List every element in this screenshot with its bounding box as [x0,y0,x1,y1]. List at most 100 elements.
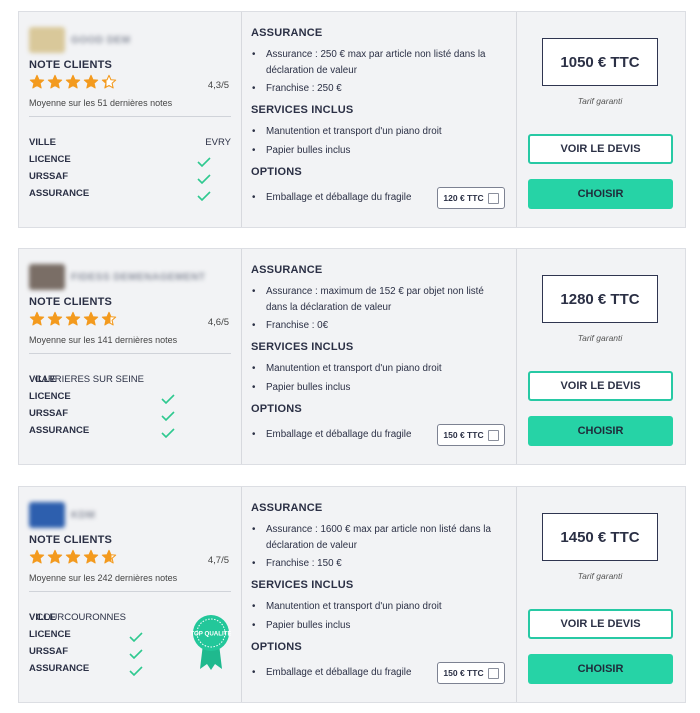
star-icon [65,74,81,89]
star-icon [101,74,117,89]
company-logo [29,27,65,53]
choisir-button[interactable]: CHOISIR [528,416,673,446]
check-icon [197,171,211,185]
rating-subtitle: Moyenne sur les 141 dernières notes [29,335,178,345]
rating-value: 4,3/5 [207,80,229,91]
licence-label: LICENCE [29,154,71,165]
check-icon [129,663,143,677]
company-name: FIDESS DEMENAGEMENT [71,271,206,283]
urssaf-label: URSSAF [29,646,69,657]
service-item: Manutention et transport d'un piano droi… [252,599,507,615]
rating-stars [29,549,117,565]
assurance-item: Assurance : 250 € max par article non li… [252,47,507,79]
ville-value: COURCOURONNES [36,612,126,623]
choisir-button[interactable]: CHOISIR [528,179,673,209]
franchise-item: Franchise : 250 € [252,81,507,97]
company-summary: GOOD DEM NOTE CLIENTS 4,3/5 Moyenne sur les… [19,12,241,227]
company-summary: KDM NOTE CLIENTS 4,7/5 Moyenne sur les 242 … [19,487,241,702]
check-icon [197,154,211,168]
star-icon [65,549,81,564]
divider [29,116,231,117]
note-clients-label: NOTE CLIENTS [29,59,113,71]
service-item: Papier bulles inclus [252,143,507,159]
assurance-item: Assurance : 1600 € max par article non l… [252,522,507,554]
assurance-title: ASSURANCE [251,27,323,39]
services-title: SERVICES INCLUS [251,579,354,591]
options-title: OPTIONS [251,641,302,653]
star-icon [47,74,63,89]
choisir-button[interactable]: CHOISIR [528,654,673,684]
option-price: 150 € TTC [443,430,484,440]
check-icon [129,629,143,643]
services-title: SERVICES INCLUS [251,341,354,353]
company-summary: FIDESS DEMENAGEMENT NOTE CLIENTS 4,6/5 Moye… [19,249,241,464]
company-name: KDM [71,509,96,521]
rating-subtitle: Moyenne sur les 51 dernières notes [29,98,173,108]
price-panel: 1050 € TTC Tarif garanti VOIR LE DEVIS CHOI… [517,12,687,227]
ville-value: CARRIERES SUR SEINE [34,374,144,385]
check-icon [161,425,175,439]
star-icon [29,74,45,89]
option-price: 120 € TTC [443,193,484,203]
offer-details: ASSURANCE Assurance : 250 € max par artic… [241,12,517,227]
top-quality-badge: TOP QUALITÉ [191,615,231,670]
offer-card: KDM NOTE CLIENTS 4,7/5 Moyenne sur les 242 … [18,486,686,703]
tarif-garanti-label: Tarif garanti [577,333,623,343]
ville-label: VILLE [29,137,56,148]
star-icon [83,549,99,564]
checkbox-icon[interactable] [487,667,499,679]
tarif-garanti-label: Tarif garanti [577,96,623,106]
offer-details: ASSURANCE Assurance : maximum de 152 € pa… [241,249,517,464]
company-name: GOOD DEM [71,34,131,46]
company-logo [29,502,65,528]
price-total: 1050 € TTC [542,38,658,86]
tarif-garanti-label: Tarif garanti [577,571,623,581]
price-panel: 1450 € TTC Tarif garanti VOIR LE DEVIS CHOI… [517,487,687,702]
assurance-title: ASSURANCE [251,264,323,276]
option-checkbox[interactable]: 150 € TTC [437,424,505,446]
assurance-label: ASSURANCE [29,188,90,199]
offer-card: FIDESS DEMENAGEMENT NOTE CLIENTS 4,6/5 Moye… [18,248,686,465]
service-item: Papier bulles inclus [252,618,507,634]
assurance-item: Assurance : maximum de 152 € par objet n… [252,284,507,316]
voir-devis-button[interactable]: VOIR LE DEVIS [528,134,673,164]
assurance-label: ASSURANCE [29,663,90,674]
voir-devis-button[interactable]: VOIR LE DEVIS [528,609,673,639]
star-icon [47,549,63,564]
option-item: Emballage et déballage du fragile [252,665,432,681]
star-icon [101,311,117,326]
offer-card: GOOD DEM NOTE CLIENTS 4,3/5 Moyenne sur les… [18,11,686,228]
option-item: Emballage et déballage du fragile [252,427,432,443]
divider [29,353,231,354]
urssaf-label: URSSAF [29,171,69,182]
star-icon [83,311,99,326]
options-title: OPTIONS [251,403,302,415]
rating-stars [29,74,117,90]
option-item: Emballage et déballage du fragile [252,190,432,206]
assurance-label: ASSURANCE [29,425,90,436]
option-checkbox[interactable]: 150 € TTC [437,662,505,684]
checkbox-icon[interactable] [487,429,499,441]
note-clients-label: NOTE CLIENTS [29,296,113,308]
check-icon [129,646,143,660]
options-title: OPTIONS [251,166,302,178]
rating-stars [29,311,117,327]
rating-subtitle: Moyenne sur les 242 dernières notes [29,573,178,583]
voir-devis-button[interactable]: VOIR LE DEVIS [528,371,673,401]
price-total: 1450 € TTC [542,513,658,561]
franchise-item: Franchise : 0€ [252,318,507,334]
urssaf-label: URSSAF [29,408,69,419]
star-icon [47,311,63,326]
star-icon [101,549,117,564]
ville-value: EVRY [205,137,231,148]
rating-value: 4,7/5 [207,555,229,566]
star-icon [65,311,81,326]
checkbox-icon[interactable] [487,192,499,204]
check-icon [161,408,175,422]
star-icon [83,74,99,89]
service-item: Manutention et transport d'un piano droi… [252,361,507,377]
star-icon [29,311,45,326]
check-icon [161,391,175,405]
option-checkbox[interactable]: 120 € TTC [437,187,505,209]
rating-value: 4,6/5 [207,317,229,328]
